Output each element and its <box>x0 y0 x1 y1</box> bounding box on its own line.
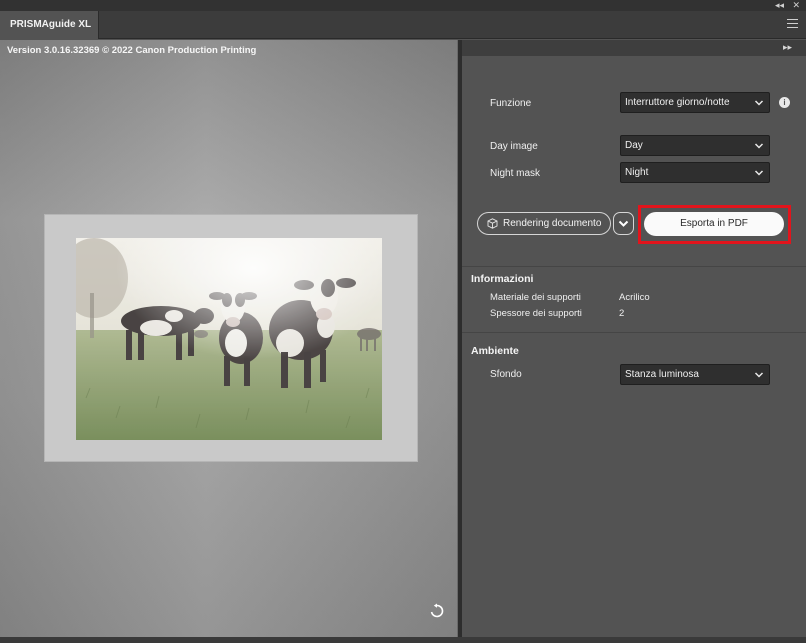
render-options-dropdown[interactable] <box>613 212 634 235</box>
media-material-label: Materiale dei supporti <box>490 292 581 303</box>
divider <box>462 266 806 267</box>
day-image-label: Day image <box>490 141 538 152</box>
tab-title: PRISMAguide XL <box>10 19 92 30</box>
night-mask-label: Night mask <box>490 168 541 179</box>
window-title-bar: ◂◂ ✕ <box>0 0 806 11</box>
bottom-status-strip <box>0 637 806 643</box>
day-image-select[interactable]: Day <box>620 135 770 156</box>
background-select-value: Stanza luminosa <box>625 369 699 380</box>
media-thickness-label: Spessore dei supporti <box>490 308 582 319</box>
info-icon[interactable]: i <box>779 97 790 108</box>
environment-section-title: Ambiente <box>471 345 519 357</box>
chevron-down-icon <box>754 372 764 378</box>
media-thickness-value: 2 <box>619 308 625 319</box>
function-select-value: Interruttore giorno/notte <box>625 97 730 108</box>
night-mask-select[interactable]: Night <box>620 162 770 183</box>
collapse-panels-icon[interactable]: ◂◂ <box>775 0 784 11</box>
divider <box>462 332 806 333</box>
chevron-down-icon <box>754 143 764 149</box>
chevron-down-icon <box>618 220 629 227</box>
media-material-value: Acrilico <box>619 292 650 303</box>
function-label: Funzione <box>490 98 532 109</box>
info-section-title: Informazioni <box>471 273 534 285</box>
hamburger-menu-icon[interactable] <box>787 19 798 30</box>
close-icon[interactable]: ✕ <box>792 0 800 11</box>
background-select[interactable]: Stanza luminosa <box>620 364 770 385</box>
preview-area: Version 3.0.16.32369 © 2022 Canon Produc… <box>0 40 457 637</box>
tab-prismaguide[interactable]: PRISMAguide XL <box>0 11 99 39</box>
cube-icon <box>487 218 498 229</box>
export-pdf-button[interactable]: Esporta in PDF <box>644 212 784 236</box>
properties-panel: ▸▸ Funzione Interruttore giorno/notte i … <box>462 40 806 637</box>
double-chevron-right-icon[interactable]: ▸▸ <box>783 42 792 53</box>
background-label: Sfondo <box>490 369 522 380</box>
refresh-icon[interactable] <box>429 603 445 619</box>
preview-image <box>76 238 382 440</box>
chevron-down-icon <box>754 100 764 106</box>
export-button-label: Esporta in PDF <box>680 218 748 229</box>
render-button-label: Rendering documento <box>503 218 602 229</box>
version-text: Version 3.0.16.32369 © 2022 Canon Produc… <box>7 45 257 56</box>
function-select[interactable]: Interruttore giorno/notte <box>620 92 770 113</box>
print-frame <box>44 214 418 462</box>
panel-header: ▸▸ <box>462 40 806 56</box>
tab-bar: PRISMAguide XL <box>0 11 806 39</box>
night-mask-select-value: Night <box>625 167 649 178</box>
day-image-select-value: Day <box>625 140 643 151</box>
chevron-down-icon <box>754 170 764 176</box>
render-document-button[interactable]: Rendering documento <box>477 212 611 235</box>
